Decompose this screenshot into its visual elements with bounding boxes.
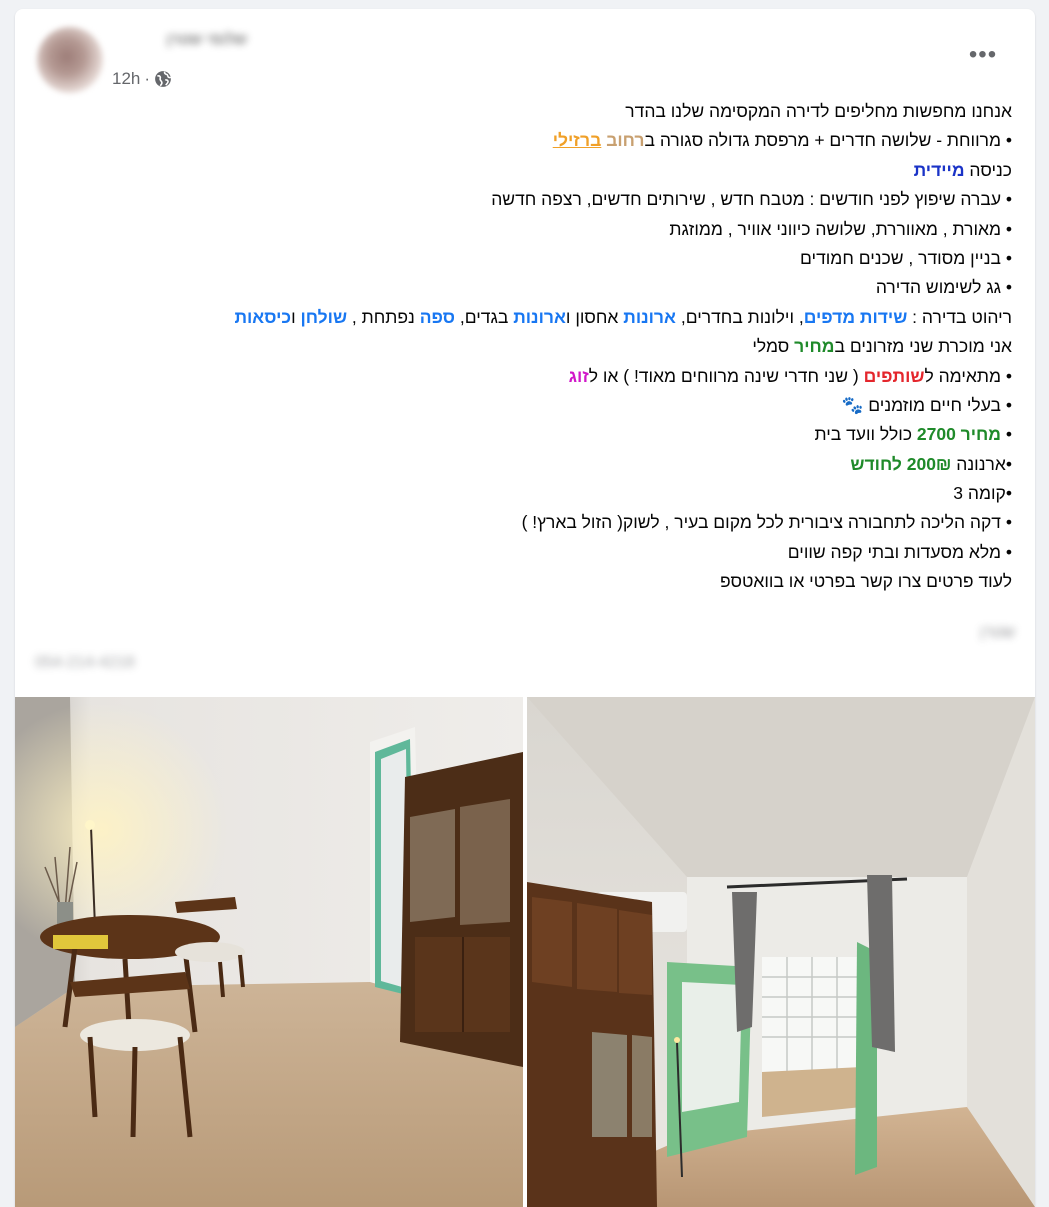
dining-room-photo[interactable]	[15, 697, 523, 1207]
post-card: שלומי שטרן 12h · ••• אנחנו מחפשות מחליפי…	[15, 9, 1035, 1207]
text-line-10: • מתאימה לשותפים ( שני חדרי שינה מרווחים…	[568, 365, 1012, 386]
text-line-16: • מלא מסעדות ובתי קפה שווים	[787, 541, 1012, 562]
text-line-5: • מאורת , מאווררת, שלושה כיווני אוויר , …	[669, 218, 1012, 239]
blurred-name: שטרן	[980, 624, 1015, 641]
globe-icon[interactable]	[154, 70, 172, 88]
text-line-12: • מחיר 2700 כולל וועד בית	[814, 424, 1012, 445]
text-line-11: • בעלי חיים מוזמנים 🐾	[841, 394, 1012, 415]
text-line-6: • בניין מסודר , שכנים חמודים	[800, 247, 1012, 268]
post-meta: 12h ·	[112, 69, 172, 89]
avatar[interactable]	[37, 27, 103, 93]
paw-icon: 🐾	[841, 394, 864, 415]
more-options-button[interactable]: •••	[963, 39, 1003, 71]
text-line-17: לעוד פרטים צרו קשר בפרטי או בוואטספ	[719, 571, 1012, 592]
text-line-15: • דקה הליכה לתחבורה ציבורית לכל מקום בעי…	[521, 512, 1012, 533]
text-line-4: • עברה שיפוץ לפני חודשים : מטבח חדש , שי…	[491, 189, 1012, 210]
bedroom-photo-image	[527, 697, 1035, 1207]
text-line-2: • מרווחת - שלושה חדרים + מרפסת גדולה סגו…	[552, 130, 1012, 151]
text-line-7: • גג לשימוש הדירה	[875, 277, 1012, 298]
author-name[interactable]: שלומי שטרן	[107, 31, 247, 49]
text-line-14: •קומה 3	[953, 483, 1012, 504]
bedroom-photo[interactable]	[527, 697, 1035, 1207]
dining-room-photo-image	[15, 697, 523, 1207]
text-line-8: ריהוט בדירה : שידות מדפים, וילונות בחדרי…	[234, 306, 1012, 327]
text-line-9: אני מוכרת שני מזרונים במחיר סמלי	[752, 336, 1012, 357]
post-text: אנחנו מחפשות מחליפים לדירה המקסימה שלנו …	[15, 97, 1012, 597]
blurred-phone: 054-214-4218	[35, 654, 135, 671]
text-line-1: אנחנו מחפשות מחליפים לדירה המקסימה שלנו …	[625, 101, 1012, 121]
text-line-13: •ארנונה 200₪ לחודש	[850, 453, 1012, 474]
post-time[interactable]: 12h	[112, 69, 140, 89]
street-link[interactable]: ברזילי	[553, 130, 602, 150]
text-line-3: כניסה מיידית	[913, 159, 1012, 180]
more-icon: •••	[968, 41, 998, 68]
meta-separator: ·	[144, 69, 151, 88]
